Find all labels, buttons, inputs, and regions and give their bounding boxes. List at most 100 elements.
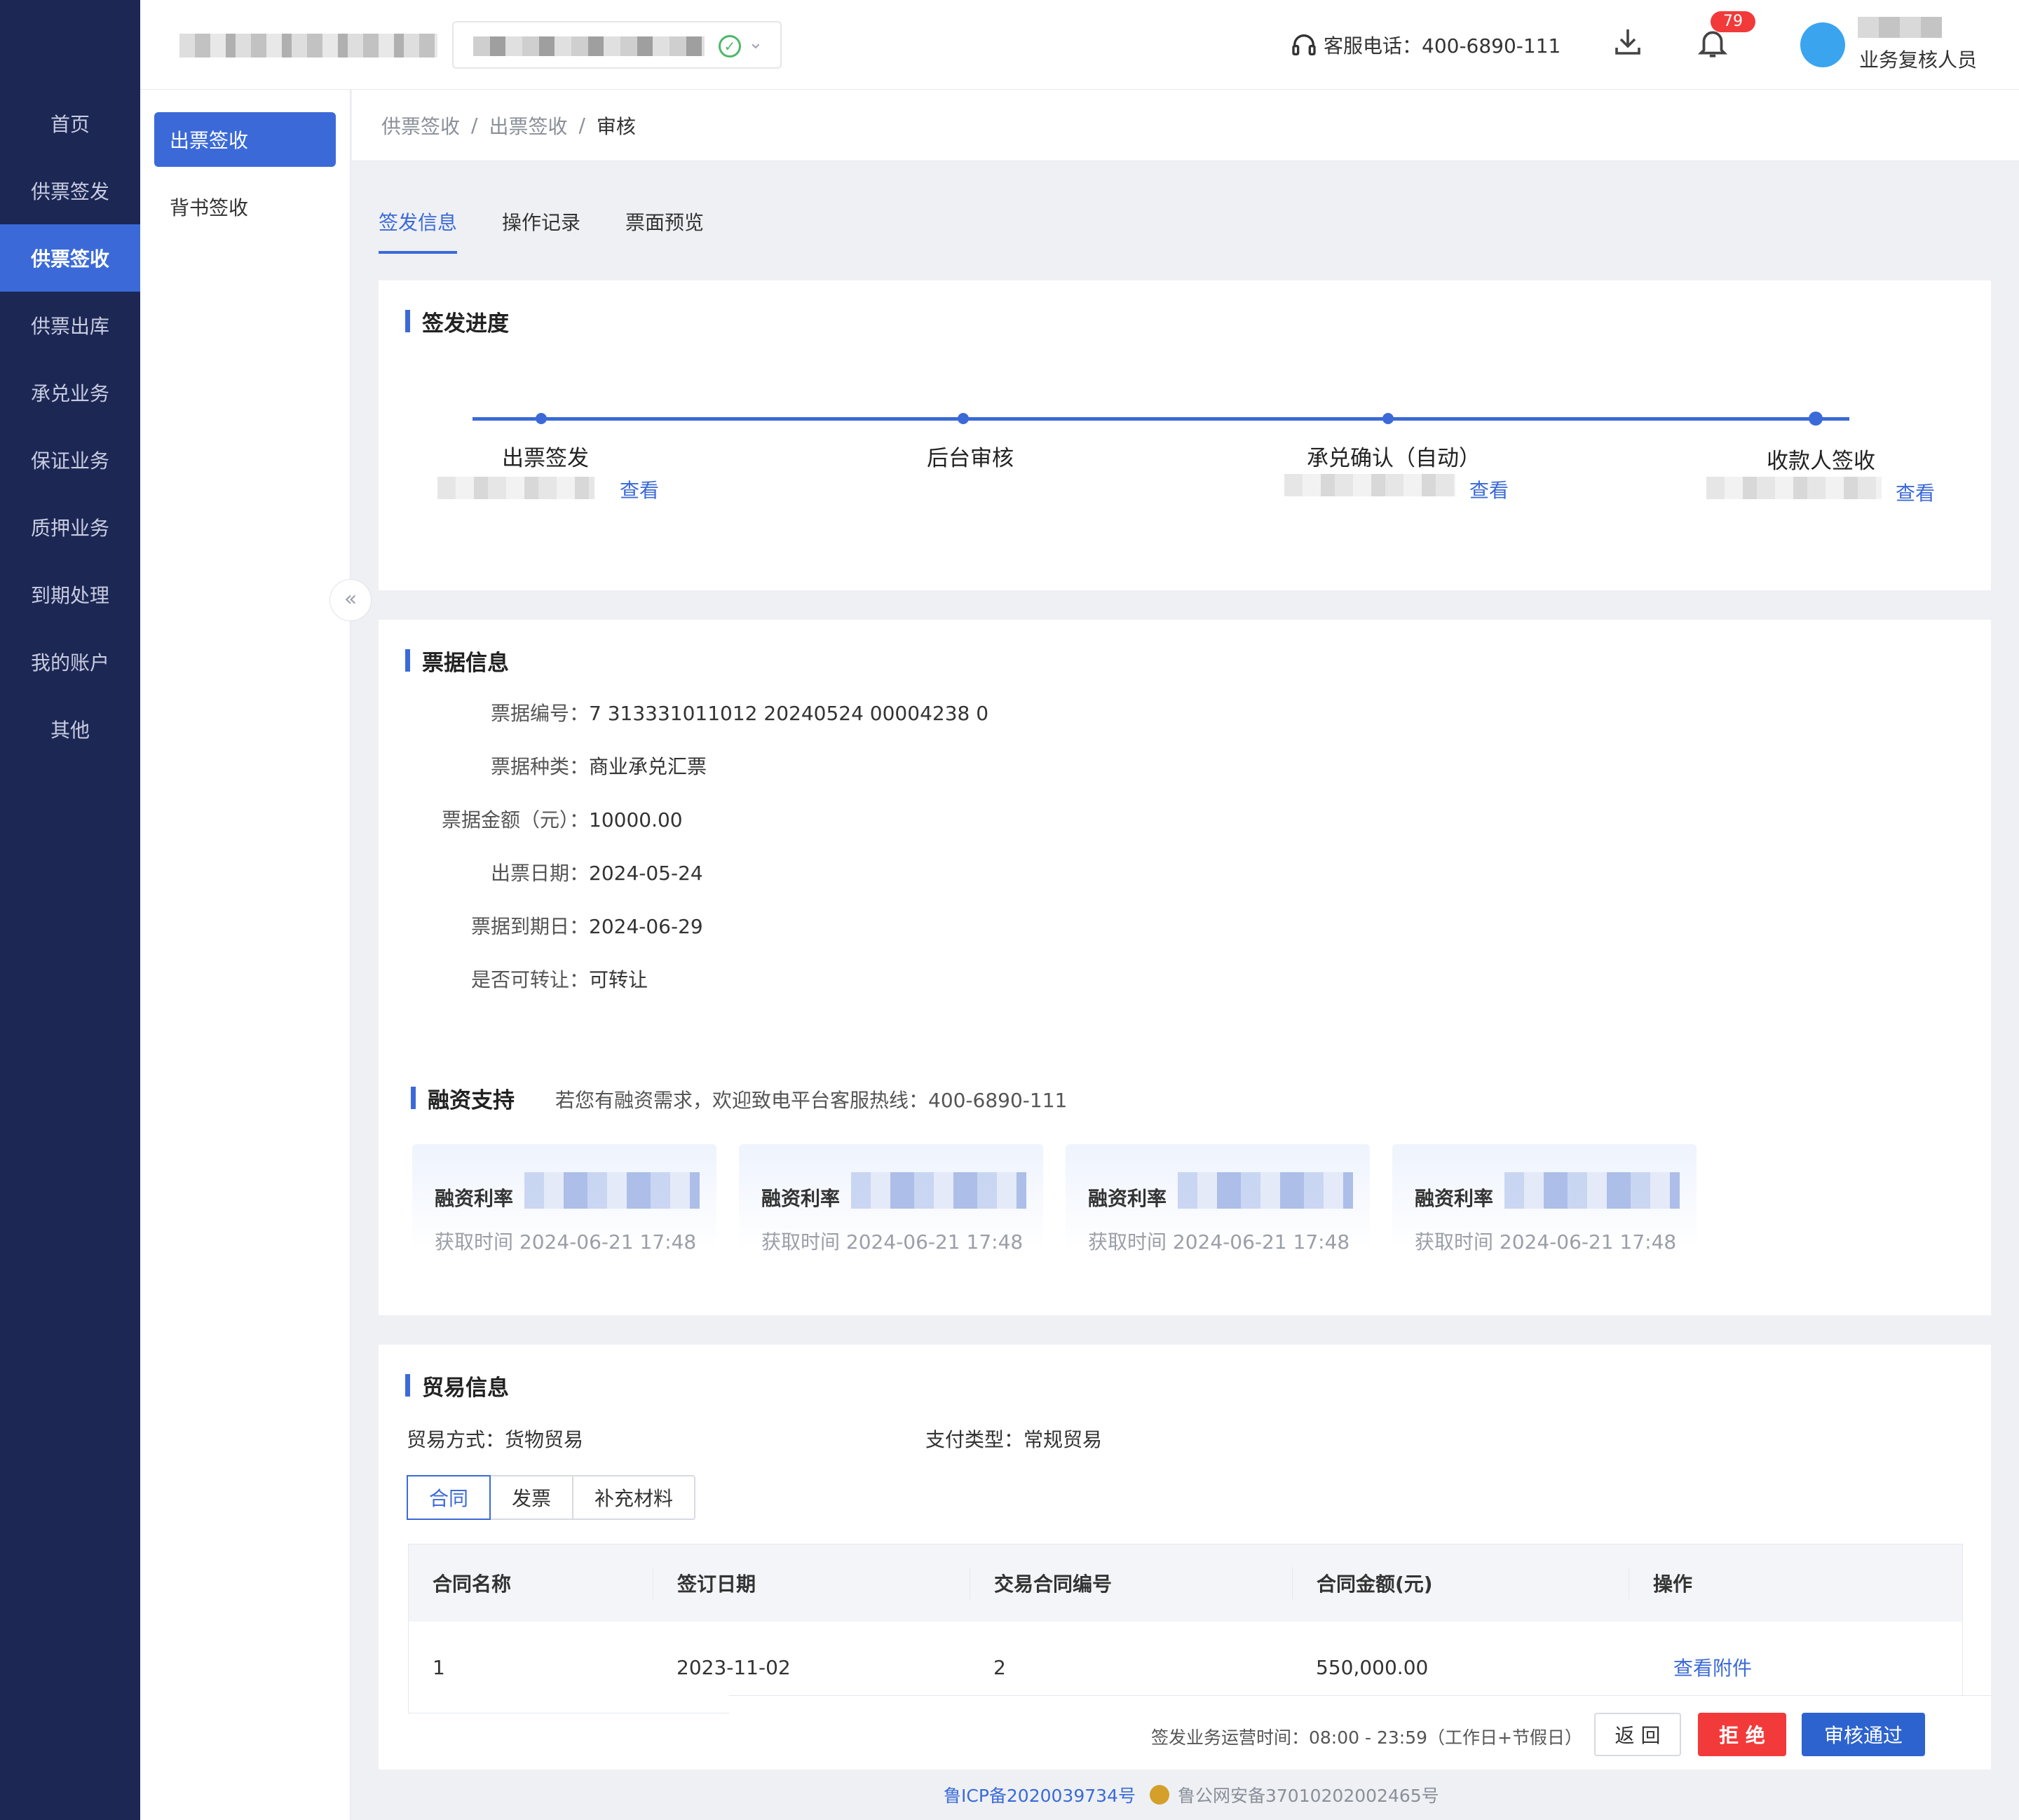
nav-item-maturity[interactable]: 到期处理	[0, 561, 140, 628]
step-operator-redacted	[1284, 474, 1455, 496]
field-label: 票据种类：	[490, 755, 589, 778]
approve-button[interactable]: 审核通过	[1802, 1713, 1925, 1756]
nav-item-home[interactable]: 首页	[0, 90, 140, 157]
user-role: 业务复核人员	[1859, 48, 1978, 72]
icp-link[interactable]: 鲁ICP备2020039734号	[944, 1782, 1136, 1807]
breadcrumb-item[interactable]: 供票签收	[381, 111, 460, 140]
gongan-record[interactable]: 鲁公网安备37010202002465号	[1150, 1782, 1439, 1807]
column-header: 交易合同编号	[970, 1567, 1292, 1599]
finance-rate-card[interactable]: 融资利率 获取时间 2024-06-21 17:48	[412, 1144, 716, 1254]
rate-value-redacted	[1504, 1172, 1680, 1209]
column-header: 签订日期	[653, 1567, 970, 1599]
breadcrumb-item[interactable]: 出票签收	[489, 111, 567, 140]
breadcrumb-separator: /	[471, 114, 478, 137]
nav-item-acceptance[interactable]: 承兑业务	[0, 359, 140, 426]
finance-rate-card[interactable]: 融资利率 获取时间 2024-06-21 17:48	[739, 1144, 1043, 1254]
cell-name: 1	[433, 1655, 445, 1679]
user-name-redacted	[1858, 17, 1942, 38]
nav-item-issue[interactable]: 供票签发	[0, 157, 140, 224]
progress-card: 签发进度 出票签发 查看 后台审核 承兑确认（自动） 查看 收款人签收 查看	[379, 280, 1991, 590]
bill-field-transferable: 是否可转让：可转让	[379, 965, 648, 993]
trade-mode: 贸易方式：货物贸易	[407, 1428, 584, 1451]
step-view-link[interactable]: 查看	[1896, 478, 1935, 506]
headset-icon	[1292, 34, 1316, 55]
rate-value-redacted	[851, 1172, 1026, 1209]
breadcrumb-separator: /	[578, 114, 585, 137]
breadcrumb: 供票签收 / 出票签收 / 审核	[352, 90, 2019, 161]
tab-supplement[interactable]: 补充材料	[573, 1476, 694, 1519]
chevron-down-icon: ⌄	[748, 32, 763, 53]
step-label: 后台审核	[927, 446, 1014, 471]
tab-issue-info[interactable]: 签发信息	[379, 208, 458, 254]
column-header: 合同名称	[433, 1573, 512, 1596]
contract-table: 合同名称 签订日期 交易合同编号 合同金额(元) 操作 1 2023-11-02…	[408, 1544, 1963, 1713]
bill-field-type: 票据种类：商业承兑汇票	[379, 752, 707, 780]
rate-time: 获取时间 2024-06-21 17:48	[435, 1230, 697, 1254]
step-operator-redacted	[437, 477, 594, 499]
notification-badge: 79	[1711, 11, 1755, 32]
field-value: 2024-06-29	[589, 915, 703, 938]
trade-pay-type: 支付类型：常规贸易	[925, 1428, 1103, 1451]
progress-line	[473, 417, 1849, 421]
bill-field-issue-date: 出票日期：2024-05-24	[379, 858, 703, 886]
step-view-link[interactable]: 查看	[1469, 475, 1509, 503]
rate-label: 融资利率	[761, 1187, 841, 1210]
org-name-redacted	[473, 36, 705, 56]
download-icon[interactable]	[1611, 25, 1645, 59]
field-label: 票据金额（元）：	[441, 808, 589, 831]
step-view-link[interactable]: 查看	[620, 475, 659, 503]
sub-sidebar: 出票签收 背书签收	[140, 90, 351, 1820]
police-emblem-icon	[1150, 1785, 1169, 1805]
field-value: 7 313331011012 20240524 00004238 0	[589, 702, 989, 725]
rate-label: 融资利率	[1088, 1187, 1167, 1210]
nav-item-other[interactable]: 其他	[0, 695, 140, 763]
field-value: 2024-05-24	[589, 862, 703, 885]
step-label: 收款人签收	[1767, 449, 1875, 474]
field-value: 商业承兑汇票	[589, 755, 707, 778]
table-header: 合同名称 签订日期 交易合同编号 合同金额(元) 操作	[409, 1544, 1962, 1622]
bill-field-due-date: 票据到期日：2024-06-29	[379, 911, 703, 939]
nav-item-receive[interactable]: 供票签收	[0, 224, 140, 292]
field-value: 可转让	[589, 968, 648, 991]
tab-contract[interactable]: 合同	[407, 1475, 491, 1520]
rate-value-redacted	[524, 1172, 700, 1209]
finance-rate-card[interactable]: 融资利率 获取时间 2024-06-21 17:48	[1066, 1144, 1370, 1254]
subnav-item-endorse-receive[interactable]: 背书签收	[154, 179, 336, 234]
breadcrumb-current: 审核	[596, 114, 636, 138]
nav-item-outbound[interactable]: 供票出库	[0, 292, 140, 359]
field-value: 10000.00	[589, 808, 683, 831]
field-label: 出票日期：	[490, 862, 589, 885]
nav-item-pledge[interactable]: 质押业务	[0, 494, 140, 561]
step-operator-redacted	[1706, 477, 1882, 499]
tab-invoice[interactable]: 发票	[491, 1476, 574, 1519]
rate-time: 获取时间 2024-06-21 17:48	[1088, 1230, 1350, 1254]
org-selector[interactable]: ✓ ⌄	[452, 21, 782, 69]
bill-field-amount: 票据金额（元）：10000.00	[379, 805, 683, 833]
bill-field-number: 票据编号：7 313331011012 20240524 00004238 0	[379, 698, 988, 726]
main-sidebar: 首页 供票签发 供票签收 供票出库 承兑业务 保证业务 质押业务 到期处理 我的…	[0, 0, 140, 1820]
back-button[interactable]: 返 回	[1594, 1713, 1681, 1756]
reject-button[interactable]: 拒 绝	[1698, 1713, 1786, 1756]
rate-value-redacted	[1178, 1172, 1353, 1209]
collapse-sidebar-button[interactable]: «	[329, 579, 372, 621]
gongan-text: 鲁公网安备37010202002465号	[1178, 1786, 1439, 1806]
section-title: 融资支持	[411, 1082, 515, 1114]
step-dot	[958, 413, 969, 424]
nav-item-guarantee[interactable]: 保证业务	[0, 426, 140, 494]
trade-doc-tabs: 合同 发票 补充材料	[407, 1475, 696, 1520]
tab-bill-preview[interactable]: 票面预览	[625, 208, 704, 254]
hotline: 客服电话：400-6890-111	[1290, 29, 1561, 60]
section-title: 票据信息	[405, 645, 509, 677]
subnav-item-issue-receive[interactable]: 出票签收	[154, 112, 336, 167]
ops-time: 签发业务运营时间：08:00 - 23:59（工作日+节假日）	[1151, 1727, 1582, 1748]
avatar[interactable]	[1800, 22, 1845, 67]
logo-redacted	[179, 34, 437, 57]
rate-label: 融资利率	[1415, 1187, 1494, 1210]
finance-rate-card[interactable]: 融资利率 获取时间 2024-06-21 17:48	[1392, 1144, 1697, 1254]
step-dot	[536, 413, 547, 424]
nav-item-account[interactable]: 我的账户	[0, 628, 140, 695]
finance-tip: 若您有融资需求，欢迎致电平台客服热线：400-6890-111	[555, 1089, 1068, 1112]
step-label: 承兑确认（自动）	[1307, 446, 1481, 471]
tab-operation-log[interactable]: 操作记录	[502, 208, 580, 254]
section-title: 贸易信息	[405, 1370, 509, 1401]
